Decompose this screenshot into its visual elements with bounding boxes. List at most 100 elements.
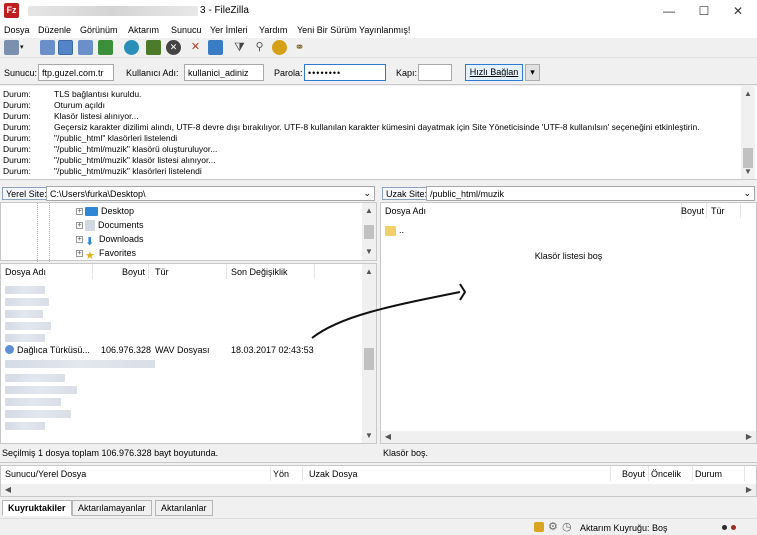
divider [0, 462, 757, 463]
scroll-left-icon[interactable]: ◀ [1, 484, 15, 496]
scroll-down-icon[interactable]: ▼ [362, 246, 376, 258]
col-header-name[interactable]: Dosya Adı [5, 264, 93, 279]
site-manager-dropdown-icon[interactable]: ▾ [20, 40, 28, 55]
sync-browse-icon[interactable] [272, 40, 287, 55]
parent-folder-item[interactable]: .. [385, 225, 404, 236]
log-row: Durum: TLS bağlantısı kuruldu. [3, 89, 142, 99]
tree-item-favorites[interactable]: + ★ Favorites [76, 248, 136, 262]
local-path-input[interactable]: C:\Users\furka\Desktop\ ⌄ [46, 186, 375, 201]
col-header-size[interactable]: Boyut [681, 203, 707, 218]
reconnect-icon[interactable] [208, 40, 223, 55]
queue-h-scrollbar[interactable]: ◀ ▶ [1, 484, 756, 496]
local-list-scrollbar[interactable]: ▲ ▼ [362, 264, 376, 443]
remote-h-scrollbar[interactable]: ◀ ▶ [381, 431, 756, 443]
menu-transfer[interactable]: Aktarım [128, 25, 159, 35]
chevron-down-icon[interactable]: ⌄ [363, 188, 371, 199]
col-header-size[interactable]: Boyut [613, 466, 649, 481]
chevron-down-icon[interactable]: ⌄ [743, 188, 751, 199]
log-row: Durum: Geçersiz karakter dizilimi alındı,… [3, 122, 700, 132]
menu-new-version[interactable]: Yeni Bir Sürüm Yayınlanmış! [297, 25, 410, 35]
remote-file-list: Dosya Adı Boyut Tür .. Klasör listesi bo… [380, 202, 757, 444]
col-header-size[interactable]: Boyut [97, 264, 149, 279]
scroll-thumb[interactable] [364, 348, 374, 370]
remote-site-bar: Uzak Site: /public_html/muzik ⌄ [380, 184, 757, 202]
scroll-down-icon[interactable]: ▼ [362, 430, 376, 442]
clock-icon: ◷ [562, 521, 572, 533]
log-scrollbar[interactable]: ▲ ▼ [741, 86, 755, 179]
scroll-thumb[interactable] [743, 148, 753, 168]
scroll-up-icon[interactable]: ▲ [362, 205, 376, 217]
col-header-name[interactable]: Dosya Adı [385, 203, 682, 218]
downloads-folder-icon: ⬇ [85, 236, 95, 249]
redacted-row [5, 360, 155, 368]
remote-path-input[interactable]: /public_html/muzik ⌄ [426, 186, 755, 201]
transfer-queue: Sunucu/Yerel Dosya Yön Uzak Dosya Boyut … [0, 465, 757, 497]
scroll-up-icon[interactable]: ▲ [741, 88, 755, 100]
search-icon[interactable]: ⚲ [252, 40, 267, 55]
minimize-button[interactable]: — [655, 2, 683, 20]
log-row: Durum: Klasör listesi alınıyor... [3, 111, 139, 121]
tab-failed[interactable]: Aktarılamayanlar [72, 500, 152, 516]
col-header-direction[interactable]: Yön [273, 466, 303, 481]
filter-icon[interactable]: ⧩ [232, 40, 247, 55]
password-input[interactable] [304, 64, 386, 81]
toggle-queue-icon[interactable] [98, 40, 113, 55]
local-file-list: Dosya Adı Boyut Tür Son Değişiklik Dağlı… [0, 263, 377, 444]
maximize-button[interactable]: ☐ [690, 2, 718, 20]
quickconnect-button[interactable]: Hızlı Bağlan [465, 64, 523, 81]
col-header-type[interactable]: Tür [155, 264, 227, 279]
selected-file-row[interactable]: Dağlıca Türküsü... 106.976.328 WAV Dosya… [3, 344, 315, 356]
site-manager-icon[interactable] [4, 40, 19, 55]
menu-bar: Dosya Düzenle Görünüm Aktarım Sunucu Yer… [0, 22, 757, 38]
process-queue-icon[interactable] [146, 40, 161, 55]
scroll-left-icon[interactable]: ◀ [381, 431, 395, 443]
quickconnect-dropdown-button[interactable]: ▾ [525, 64, 540, 81]
tree-item-desktop[interactable]: + Desktop [76, 206, 134, 217]
cancel-icon[interactable]: ✕ [166, 40, 181, 55]
local-tree-scrollbar[interactable]: ▲ ▼ [362, 203, 376, 260]
col-header-server-local[interactable]: Sunucu/Yerel Dosya [5, 466, 271, 481]
folder-icon [385, 225, 396, 236]
filezilla-logo-icon: Fz [4, 3, 19, 18]
scroll-right-icon[interactable]: ▶ [742, 484, 756, 496]
redacted-row [5, 410, 71, 418]
col-header-modified[interactable]: Son Değişiklik [231, 264, 315, 279]
redacted-row [5, 374, 65, 382]
col-header-remote-file[interactable]: Uzak Dosya [309, 466, 611, 481]
toggle-remote-tree-icon[interactable] [78, 40, 93, 55]
menu-view[interactable]: Görünüm [80, 25, 118, 35]
menu-server[interactable]: Sunucu [171, 25, 202, 35]
close-button[interactable]: ✕ [724, 2, 752, 20]
col-header-status[interactable]: Durum [695, 466, 745, 481]
col-header-type[interactable]: Tür [711, 203, 741, 218]
scroll-up-icon[interactable]: ▲ [362, 266, 376, 278]
host-input[interactable] [38, 64, 114, 81]
menu-help[interactable]: Yardım [259, 25, 287, 35]
redacted-row [5, 286, 45, 294]
toggle-local-tree-icon[interactable] [58, 40, 73, 55]
tree-item-downloads[interactable]: + ⬇ Downloads [76, 234, 144, 249]
menu-edit[interactable]: Düzenle [38, 25, 71, 35]
log-row: Durum: "/public_html" klasörleri listelen… [3, 133, 178, 143]
documents-folder-icon [85, 220, 95, 232]
toggle-log-icon[interactable] [40, 40, 55, 55]
refresh-icon[interactable] [124, 40, 139, 55]
menu-file[interactable]: Dosya [4, 25, 30, 35]
audio-file-icon [5, 345, 14, 354]
gear-icon: ⚙ [548, 521, 558, 533]
scroll-down-icon[interactable]: ▼ [741, 166, 755, 178]
tab-queued[interactable]: Kuyruktakiler [2, 500, 72, 516]
scroll-right-icon[interactable]: ▶ [742, 431, 756, 443]
tree-item-documents[interactable]: + Documents [76, 220, 144, 232]
menu-bookmarks[interactable]: Yer İmleri [210, 25, 248, 35]
port-input[interactable] [418, 64, 452, 81]
tab-successful[interactable]: Aktarılanlar [155, 500, 213, 516]
col-header-priority[interactable]: Öncelik [651, 466, 693, 481]
disconnect-icon[interactable]: ✕ [188, 40, 203, 55]
scroll-thumb[interactable] [364, 225, 374, 239]
lock-icon [534, 522, 544, 532]
host-label: Sunucu: [4, 68, 38, 78]
username-input[interactable] [184, 64, 264, 81]
binoculars-icon[interactable]: ⚭ [292, 40, 307, 55]
toolbar: ▾ ✕ ✕ ⧩ ⚲ ⚭ [0, 38, 757, 58]
